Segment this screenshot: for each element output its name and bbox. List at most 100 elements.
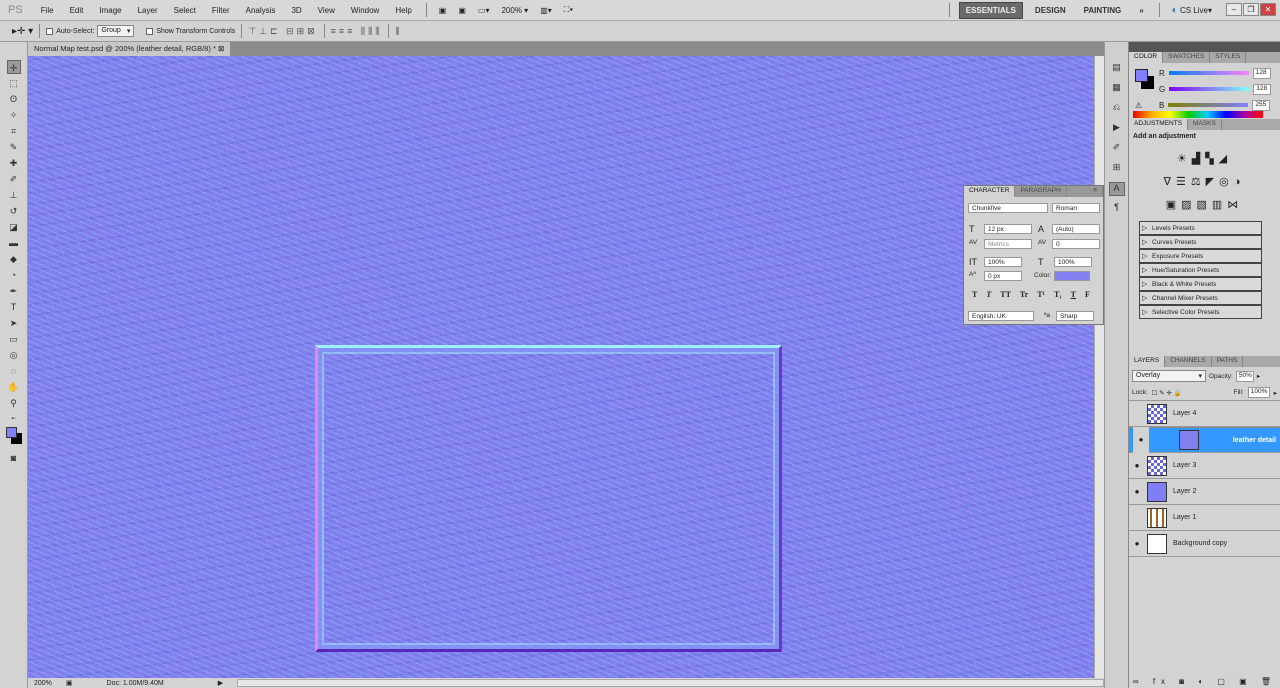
- preset-channel-mixer[interactable]: Channel Mixer Presets: [1139, 291, 1262, 305]
- tab-masks[interactable]: MASKS: [1188, 119, 1222, 130]
- menu-help[interactable]: Help: [395, 6, 411, 15]
- close-icon[interactable]: ✕: [1260, 3, 1276, 16]
- strikethrough-button[interactable]: F: [1085, 290, 1090, 299]
- adjustment-icons-row-2[interactable]: ∇☰⚖◤◎◑: [1133, 175, 1276, 188]
- gamut-warning-icon[interactable]: ⚠: [1135, 101, 1142, 110]
- more-workspaces-button[interactable]: »: [1133, 3, 1149, 18]
- arrange-documents-icon[interactable]: ▥▾: [540, 6, 552, 15]
- opacity-arrow[interactable]: ▸: [1257, 372, 1260, 380]
- preset-hue-saturation[interactable]: Hue/Saturation Presets: [1139, 263, 1262, 277]
- menu-window[interactable]: Window: [351, 6, 379, 15]
- gradient-tool-icon[interactable]: ▬: [7, 236, 21, 250]
- zoom-level-dropdown[interactable]: 200% ▾: [501, 6, 528, 15]
- red-slider[interactable]: [1168, 71, 1249, 75]
- 3d-rotate-icon[interactable]: ◎: [7, 348, 21, 362]
- type-tool-icon[interactable]: T: [7, 300, 21, 314]
- layers-footer-icons[interactable]: ∞ fx ◙ ◐ ▢ ▣ 🗑: [1129, 677, 1280, 686]
- view-extras-icon[interactable]: ▭▾: [478, 6, 490, 15]
- menu-layer[interactable]: Layer: [138, 6, 158, 15]
- language-dropdown[interactable]: English: UK: [968, 311, 1034, 321]
- anti-alias-dropdown[interactable]: Sharp: [1056, 311, 1094, 321]
- faux-bold-button[interactable]: T: [972, 290, 977, 299]
- baseline-shift-field[interactable]: 0 px: [984, 271, 1022, 281]
- underline-button[interactable]: T: [1071, 290, 1076, 299]
- color-ramp[interactable]: [1133, 111, 1263, 118]
- 3d-orbit-icon[interactable]: ◌: [7, 364, 21, 378]
- status-zoom[interactable]: 200%: [34, 680, 52, 687]
- menu-analysis[interactable]: Analysis: [246, 6, 276, 15]
- blur-tool-icon[interactable]: ◆: [7, 252, 21, 266]
- layer-row[interactable]: Layer 1: [1129, 505, 1280, 531]
- crop-tool-icon[interactable]: ⌗: [7, 124, 21, 138]
- document-tab[interactable]: Normal Map test.psd @ 200% (leather deta…: [28, 42, 231, 56]
- g-value[interactable]: 128: [1253, 83, 1272, 95]
- layer-row[interactable]: ● Layer 2: [1129, 479, 1280, 505]
- auto-select-dropdown[interactable]: Group ▾: [97, 25, 135, 37]
- actions-icon[interactable]: ▶: [1109, 122, 1125, 136]
- hand-tool-icon[interactable]: ✋: [7, 380, 21, 394]
- preset-black-white[interactable]: Black & White Presets: [1139, 277, 1262, 291]
- lasso-tool-icon[interactable]: ʘ: [7, 92, 21, 106]
- brush-tool-icon[interactable]: ✐: [7, 172, 21, 186]
- screen-mode-icon[interactable]: ⛶▾: [564, 5, 574, 15]
- adjustment-icons-row-3[interactable]: ▣▨▧▥⋈: [1133, 198, 1276, 211]
- eraser-icon[interactable]: ◪: [7, 220, 21, 234]
- all-caps-button[interactable]: TT: [1000, 290, 1011, 299]
- zoom-tool-icon[interactable]: ⚲: [7, 396, 21, 410]
- layer-row[interactable]: ● Layer 3: [1129, 453, 1280, 479]
- preset-levels[interactable]: Levels Presets: [1139, 221, 1262, 235]
- tab-paragraph[interactable]: PARAGRAPH: [1015, 186, 1067, 197]
- minimize-icon[interactable]: –: [1226, 3, 1242, 16]
- history-brush-icon[interactable]: ↺: [7, 204, 21, 218]
- layer-row-selected[interactable]: ● leather detail: [1129, 427, 1280, 453]
- mini-bridge-icon[interactable]: ▣: [458, 6, 466, 15]
- tab-styles[interactable]: STYLES: [1210, 52, 1247, 63]
- kerning-field[interactable]: Metrics: [984, 239, 1032, 249]
- preset-selective-color[interactable]: Selective Color Presets: [1139, 305, 1262, 319]
- layer-row[interactable]: Layer 4: [1129, 401, 1280, 427]
- faux-italic-button[interactable]: T: [986, 290, 991, 299]
- preset-curves[interactable]: Curves Presets: [1139, 235, 1262, 249]
- tab-color[interactable]: COLOR: [1129, 52, 1164, 63]
- auto-select-checkbox[interactable]: [46, 27, 54, 35]
- menu-image[interactable]: Image: [99, 6, 121, 15]
- green-slider[interactable]: [1169, 87, 1250, 91]
- healing-brush-icon[interactable]: ✚: [7, 156, 21, 170]
- document-canvas[interactable]: [28, 56, 1094, 678]
- horizontal-scale-field[interactable]: 100%: [1054, 257, 1092, 267]
- auto-align-icon[interactable]: ⫼: [395, 26, 399, 37]
- move-tool-icon[interactable]: ✛: [6, 60, 21, 74]
- eye-icon[interactable]: ●: [1129, 461, 1145, 470]
- lock-icons[interactable]: ☐ ✎ ✛ 🔒: [1152, 389, 1182, 397]
- distribute-icons[interactable]: ≡≡≡ ⫼⫼⫼: [331, 26, 383, 37]
- menu-view[interactable]: View: [318, 6, 335, 15]
- layer-row[interactable]: ● Background copy: [1129, 531, 1280, 557]
- text-color-swatch[interactable]: [1054, 271, 1090, 281]
- tab-swatches[interactable]: SWATCHES: [1163, 52, 1211, 63]
- tab-layers[interactable]: LAYERS: [1129, 356, 1166, 367]
- magic-wand-icon[interactable]: ✧: [7, 108, 21, 122]
- menu-filter[interactable]: Filter: [212, 6, 230, 15]
- fill-arrow[interactable]: ▸: [1274, 389, 1277, 397]
- eye-icon[interactable]: ●: [1129, 539, 1145, 548]
- workspace-painting[interactable]: PAINTING: [1078, 3, 1128, 18]
- close-document-icon[interactable]: ⊠: [218, 44, 224, 53]
- navigator-icon[interactable]: ▦: [1109, 82, 1125, 96]
- eye-icon[interactable]: ●: [1133, 427, 1149, 453]
- small-caps-button[interactable]: Tr: [1020, 290, 1028, 299]
- tab-character[interactable]: CHARACTER: [964, 186, 1016, 197]
- leading-field[interactable]: (Auto): [1052, 224, 1100, 234]
- history-icon[interactable]: ⎌: [1109, 102, 1125, 116]
- superscript-button[interactable]: T¹: [1037, 290, 1045, 299]
- font-size-field[interactable]: 12 px: [984, 224, 1032, 234]
- font-style-dropdown[interactable]: Roman: [1052, 203, 1100, 213]
- shape-tool-icon[interactable]: ▭: [7, 332, 21, 346]
- menu-edit[interactable]: Edit: [70, 6, 84, 15]
- quick-mask-icon[interactable]: ◙: [7, 451, 21, 465]
- preset-exposure[interactable]: Exposure Presets: [1139, 249, 1262, 263]
- eye-icon[interactable]: ●: [1129, 487, 1145, 496]
- paragraph-panel-icon[interactable]: ¶: [1109, 202, 1125, 216]
- clone-source-icon[interactable]: ⊞: [1109, 162, 1125, 176]
- menu-3d[interactable]: 3D: [291, 6, 301, 15]
- vertical-scrollbar[interactable]: [1094, 56, 1104, 678]
